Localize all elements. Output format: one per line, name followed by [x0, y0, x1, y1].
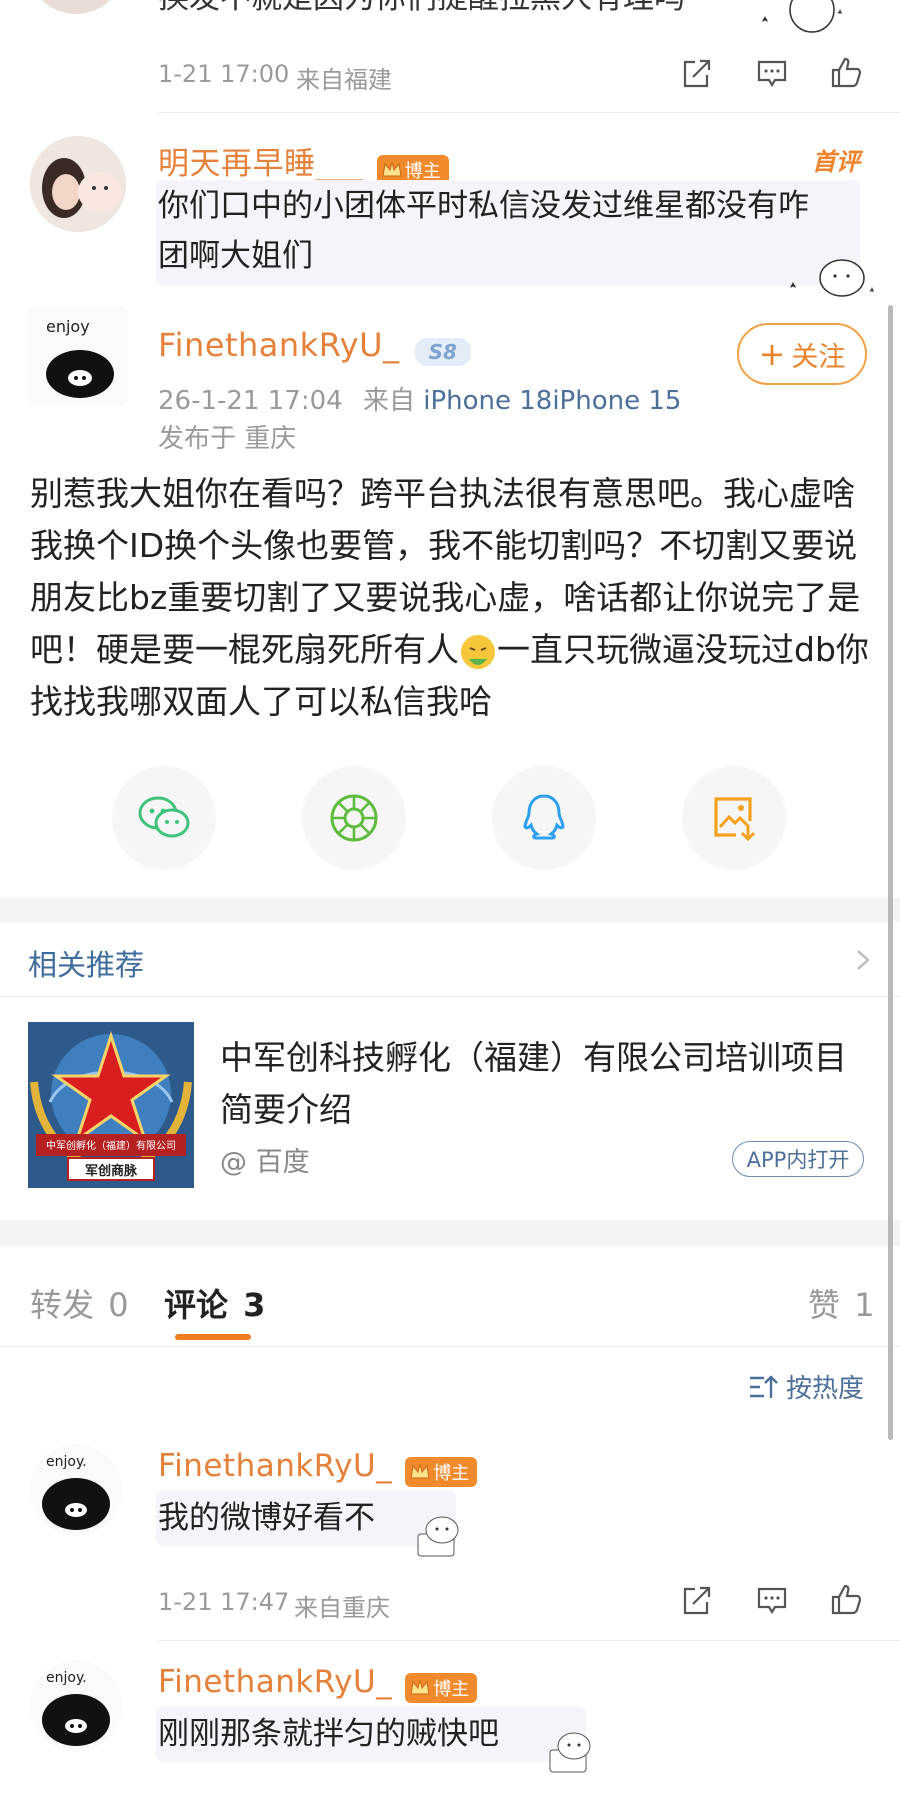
- comment-time: 1-21 17:47: [158, 1588, 290, 1616]
- svg-text:enjoy: enjoy: [46, 317, 90, 336]
- badge-label: 博主: [433, 1678, 470, 1700]
- avatar[interactable]: enjoy: [28, 306, 128, 406]
- avatar[interactable]: [30, 0, 122, 14]
- like-icon[interactable]: [830, 1582, 864, 1616]
- comment-username[interactable]: FinethankRyU_: [158, 1664, 392, 1700]
- crown-icon: [410, 1679, 430, 1694]
- avatar[interactable]: [30, 136, 126, 232]
- cat-sticker-icon: [790, 259, 874, 297]
- comment-location: 来自福建: [296, 66, 392, 94]
- recommendation-title[interactable]: 相关推荐: [28, 942, 144, 984]
- moments-icon: [330, 794, 378, 842]
- post-username[interactable]: FinethankRyU_: [158, 326, 400, 364]
- cat-sticker-icon: [549, 1732, 591, 1773]
- post-source-device[interactable]: iPhone 18iPhone 15: [423, 386, 681, 416]
- like-icon[interactable]: [830, 55, 864, 89]
- section-separator: [0, 1220, 900, 1246]
- post-date: 26-1-21 17:04: [158, 386, 343, 416]
- first-comment-tag: 首评: [812, 148, 860, 176]
- avatar[interactable]: enjoy.: [30, 1444, 122, 1536]
- tab-likes[interactable]: 赞 1: [808, 1280, 875, 1326]
- post-location: 发布于 重庆: [158, 424, 297, 454]
- thumbnail-caption: 中军创孵化（福建）有限公司: [46, 1141, 176, 1152]
- scrollbar[interactable]: [888, 305, 893, 1440]
- comment-icon[interactable]: [755, 57, 789, 91]
- tab-repost[interactable]: 转发 0: [30, 1280, 129, 1326]
- cat-sticker-icon: [417, 1516, 459, 1557]
- share-wechat-button[interactable]: [112, 766, 216, 870]
- plus-icon: +: [758, 335, 786, 373]
- save-image-button[interactable]: [682, 766, 786, 870]
- repost-icon[interactable]: [679, 1584, 713, 1618]
- crown-icon: [382, 161, 402, 176]
- tab-count: 0: [108, 1286, 129, 1324]
- post-body: 别惹我大姐你在看吗？跨平台执法很有意思吧。我心虚啥我换个ID换个头像也要管，我不…: [30, 468, 870, 728]
- comment-username[interactable]: 明天再早睡___: [158, 146, 364, 182]
- tab-label: 评论: [164, 1286, 229, 1324]
- divider: [0, 996, 900, 997]
- divider: [0, 1346, 900, 1347]
- sick-emoji-icon: [461, 634, 495, 669]
- blogger-badge: 博主: [405, 1672, 478, 1703]
- share-qq-button[interactable]: [492, 766, 596, 870]
- comment-username[interactable]: FinethankRyU_: [158, 1448, 392, 1484]
- tab-count: 1: [854, 1286, 875, 1324]
- tab-count: 3: [243, 1286, 266, 1324]
- badge-label: 博主: [433, 1462, 470, 1484]
- share-moments-button[interactable]: [302, 766, 406, 870]
- comment-text: 我的微博好看不: [158, 1500, 375, 1536]
- sort-by-heat-button[interactable]: 按热度: [748, 1368, 864, 1405]
- tab-label: 赞: [808, 1286, 841, 1324]
- repost-icon[interactable]: [679, 57, 713, 91]
- recommendation-source: @ 百度: [220, 1147, 310, 1178]
- comment-text: 刚刚那条就拌匀的贼快吧: [158, 1716, 499, 1752]
- follow-button[interactable]: + 关注: [737, 323, 867, 385]
- svg-text:enjoy.: enjoy.: [46, 1454, 87, 1470]
- recommendation-headline[interactable]: 中军创科技孵化（福建）有限公司培训项目简要介绍: [220, 1032, 860, 1136]
- comment-time: 1-21 17:00: [158, 60, 290, 88]
- divider: [158, 1640, 900, 1641]
- save-image-icon: [714, 797, 756, 842]
- post-source-prefix: 来自: [362, 386, 415, 416]
- svg-text:enjoy.: enjoy.: [46, 1670, 87, 1686]
- active-tab-indicator: [175, 1334, 251, 1340]
- comment-text: 团啊大姐们: [158, 238, 313, 274]
- badge-label: 博主: [404, 160, 441, 182]
- wechat-icon: [138, 796, 190, 838]
- vip-badge: S8: [414, 337, 471, 366]
- crown-icon: [410, 1463, 430, 1478]
- follow-label: 关注: [791, 341, 846, 373]
- thumbnail-brand: 军创商脉: [84, 1164, 137, 1179]
- tab-label: 转发: [30, 1286, 95, 1324]
- recommendation-thumbnail[interactable]: 中军创孵化（福建）有限公司 军创商脉: [28, 1022, 194, 1188]
- section-separator: [0, 898, 900, 922]
- sparkle-sticker-icon: [762, 0, 842, 33]
- qq-icon: [523, 794, 565, 840]
- tab-comments[interactable]: 评论 3: [164, 1280, 265, 1326]
- avatar[interactable]: enjoy.: [30, 1660, 122, 1752]
- divider: [158, 112, 900, 113]
- blogger-badge: 博主: [405, 1456, 478, 1487]
- sort-icon: [750, 1374, 778, 1398]
- comment-text: 你们口中的小团体平时私信没发过维星都没有咋: [158, 188, 809, 224]
- sort-label: 按热度: [786, 1374, 865, 1404]
- open-in-app-button[interactable]: APP内打开: [732, 1141, 864, 1177]
- comment-icon[interactable]: [755, 1584, 789, 1618]
- comment-location: 来自重庆: [294, 1594, 390, 1622]
- chevron-right-icon[interactable]: [854, 948, 872, 972]
- comment-text: 换发不就是因为你们提醒拉黑人有理吗: [158, 0, 685, 22]
